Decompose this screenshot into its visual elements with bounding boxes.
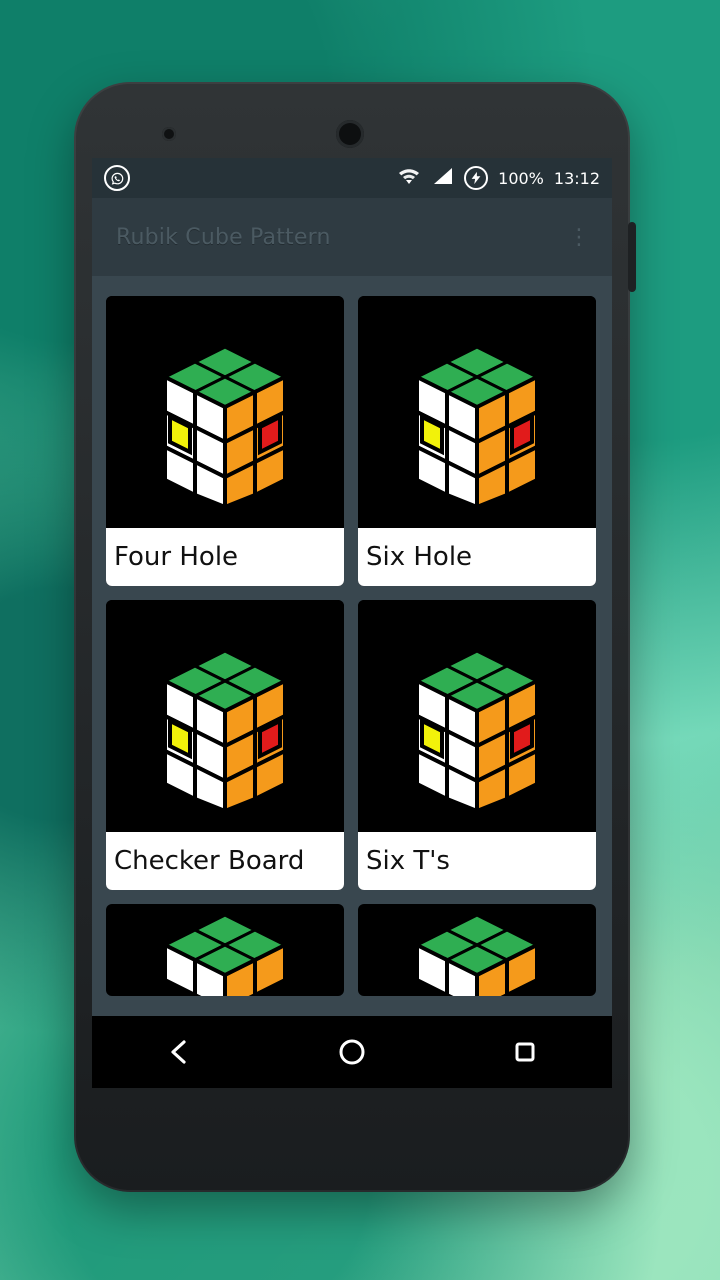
pattern-title: Six T's <box>358 832 596 890</box>
pattern-image <box>358 904 596 996</box>
cube-illustration <box>130 904 320 996</box>
back-glyph <box>171 1040 186 1064</box>
battery-text: 100% <box>498 168 544 188</box>
status-bar: 100% 13:12 <box>92 158 612 198</box>
pattern-image <box>358 600 596 832</box>
pattern-title: Six Hole <box>358 528 596 586</box>
app-bar: Rubik Cube Pattern ⋮ <box>92 198 612 276</box>
pattern-card[interactable]: Checker Board <box>106 600 344 890</box>
cube-illustration <box>382 904 572 996</box>
cube-illustration <box>130 317 320 507</box>
navigation-bar <box>92 1016 612 1088</box>
pattern-image <box>106 904 344 996</box>
bolt-icon <box>471 171 481 185</box>
side-button <box>628 222 636 292</box>
app-title: Rubik Cube Pattern <box>116 224 331 250</box>
camera-icon <box>162 127 176 141</box>
pattern-card[interactable] <box>106 904 344 996</box>
pattern-card[interactable] <box>358 904 596 996</box>
back-icon[interactable] <box>147 1020 211 1084</box>
more-vert-icon[interactable]: ⋮ <box>560 217 598 258</box>
device-screen: 100% 13:12 Rubik Cube Pattern ⋮ Four Hol… <box>92 158 612 1088</box>
patterns-grid: Four Hole Six Hole Checker Board Six T's <box>106 296 598 996</box>
cube-illustration <box>382 317 572 507</box>
pattern-card[interactable]: Six T's <box>358 600 596 890</box>
status-left <box>104 165 130 191</box>
pattern-title: Checker Board <box>106 832 344 890</box>
pattern-image <box>358 296 596 528</box>
pattern-title: Four Hole <box>106 528 344 586</box>
speaker-icon <box>336 120 364 148</box>
recents-glyph <box>515 1042 535 1062</box>
signal-icon <box>432 166 454 190</box>
status-right: 100% 13:12 <box>396 166 600 190</box>
cube-illustration <box>130 621 320 811</box>
pattern-card[interactable]: Six Hole <box>358 296 596 586</box>
battery-charging-icon <box>464 166 489 190</box>
battery-charging-ring <box>464 166 489 190</box>
cube-illustration <box>382 621 572 811</box>
whatsapp-icon <box>104 165 130 191</box>
whatsapp-glyph <box>111 172 124 185</box>
time-text: 13:12 <box>553 168 600 188</box>
pattern-card[interactable]: Four Hole <box>106 296 344 586</box>
home-glyph <box>339 1039 365 1065</box>
recents-icon[interactable] <box>493 1020 557 1084</box>
wifi-icon <box>396 166 422 190</box>
pattern-image <box>106 600 344 832</box>
home-icon[interactable] <box>320 1020 384 1084</box>
pattern-image <box>106 296 344 528</box>
